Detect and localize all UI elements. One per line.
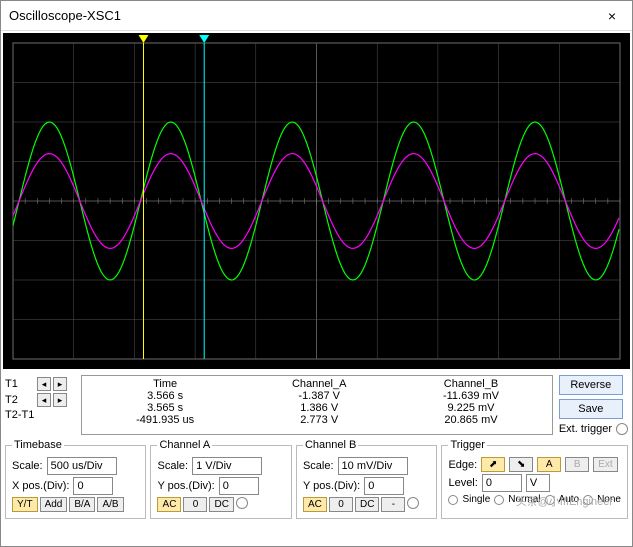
tb-xpos-input[interactable]	[73, 477, 113, 495]
trig-legend: Trigger	[448, 439, 486, 451]
ext-trigger-label: Ext. trigger	[559, 423, 612, 435]
close-icon[interactable]: ×	[600, 8, 624, 24]
chb-ac-button[interactable]: AC	[303, 497, 327, 512]
control-row: Timebase Scale: X pos.(Div): Y/T Add B/A…	[1, 439, 632, 523]
oscilloscope-window: Oscilloscope-XSC1 × T1 ◂ ▸ T2 ◂ ▸ T2-T1	[0, 0, 633, 547]
window-title: Oscilloscope-XSC1	[9, 8, 600, 23]
hdr-time: Time	[86, 378, 244, 390]
cha-dc-button[interactable]: DC	[209, 497, 233, 512]
trig-level-unit[interactable]	[526, 474, 550, 492]
chb-ypos-label: Y pos.(Div):	[303, 480, 360, 492]
t2-time: 3.565 s	[86, 402, 244, 414]
cha-ypos-input[interactable]	[219, 477, 259, 495]
cha-legend: Channel A	[157, 439, 212, 451]
diff-a: 2.773 V	[244, 414, 394, 426]
trig-src-a-button[interactable]: A	[537, 457, 561, 472]
t2-right-button[interactable]: ▸	[53, 393, 67, 407]
cursor-controls: T1 ◂ ▸ T2 ◂ ▸ T2-T1	[5, 375, 75, 435]
cha-scale-input[interactable]	[192, 457, 262, 475]
trig-none-radio[interactable]	[583, 495, 593, 505]
trig-normal-label: Normal	[508, 494, 540, 505]
trig-auto-radio[interactable]	[545, 495, 555, 505]
action-buttons: Reverse Save Ext. trigger	[559, 375, 628, 435]
chb-minus-button[interactable]: -	[381, 497, 405, 512]
chb-zero-button[interactable]: 0	[329, 497, 353, 512]
t2-left-button[interactable]: ◂	[37, 393, 51, 407]
trig-single-radio[interactable]	[448, 495, 458, 505]
t1-a: -1.387 V	[244, 390, 394, 402]
title-bar: Oscilloscope-XSC1 ×	[1, 1, 632, 31]
trig-src-ext-button[interactable]: Ext	[593, 457, 617, 472]
t2-label: T2	[5, 394, 35, 406]
trig-single-label: Single	[462, 494, 490, 505]
chb-dc-button[interactable]: DC	[355, 497, 379, 512]
t1-right-button[interactable]: ▸	[53, 377, 67, 391]
trigger-group: Trigger Edge: ⬈ ⬊ A B Ext Level: Single …	[441, 439, 628, 519]
hdr-chb: Channel_B	[394, 378, 548, 390]
mode-ab-button[interactable]: A/B	[97, 497, 123, 512]
ext-trigger-indicator	[616, 423, 628, 435]
edge-rise-button[interactable]: ⬈	[481, 457, 505, 472]
t1-b: -11.639 mV	[394, 390, 548, 402]
t1-label: T1	[5, 378, 35, 390]
t1-time: 3.566 s	[86, 390, 244, 402]
measurement-row: T1 ◂ ▸ T2 ◂ ▸ T2-T1 Time Channel_A Chann…	[1, 371, 632, 439]
cha-scale-label: Scale:	[157, 460, 188, 472]
hdr-cha: Channel_A	[244, 378, 394, 390]
mode-add-button[interactable]: Add	[40, 497, 68, 512]
save-button[interactable]: Save	[559, 399, 623, 419]
reverse-button[interactable]: Reverse	[559, 375, 623, 395]
t1-left-button[interactable]: ◂	[37, 377, 51, 391]
tb-xpos-label: X pos.(Div):	[12, 480, 69, 492]
cha-ypos-label: Y pos.(Div):	[157, 480, 214, 492]
timebase-group: Timebase Scale: X pos.(Div): Y/T Add B/A…	[5, 439, 146, 519]
mode-yt-button[interactable]: Y/T	[12, 497, 38, 512]
edge-fall-button[interactable]: ⬊	[509, 457, 533, 472]
trig-src-b-button[interactable]: B	[565, 457, 589, 472]
scope-display[interactable]	[3, 33, 630, 369]
trig-level-label: Level:	[448, 477, 477, 489]
chb-scale-label: Scale:	[303, 460, 334, 472]
timebase-legend: Timebase	[12, 439, 64, 451]
t2-b: 9.225 mV	[394, 402, 548, 414]
trig-normal-radio[interactable]	[494, 495, 504, 505]
t2t1-label: T2-T1	[5, 409, 34, 421]
tb-scale-label: Scale:	[12, 460, 43, 472]
chb-scale-input[interactable]	[338, 457, 408, 475]
cha-zero-button[interactable]: 0	[183, 497, 207, 512]
channel-b-group: Channel B Scale: Y pos.(Div): AC 0 DC -	[296, 439, 437, 519]
trig-level-input[interactable]	[482, 474, 522, 492]
chb-connector-icon	[407, 497, 419, 509]
mode-ba-button[interactable]: B/A	[69, 497, 95, 512]
trig-auto-label: Auto	[559, 494, 580, 505]
tb-scale-input[interactable]	[47, 457, 117, 475]
trig-none-label: None	[597, 494, 621, 505]
cha-ac-button[interactable]: AC	[157, 497, 181, 512]
trig-edge-label: Edge:	[448, 459, 477, 471]
measurement-table: Time Channel_A Channel_B 3.566 s -1.387 …	[81, 375, 553, 435]
cha-connector-icon	[236, 497, 248, 509]
t2-a: 1.386 V	[244, 402, 394, 414]
chb-legend: Channel B	[303, 439, 358, 451]
diff-b: 20.865 mV	[394, 414, 548, 426]
diff-time: -491.935 us	[86, 414, 244, 426]
chb-ypos-input[interactable]	[364, 477, 404, 495]
channel-a-group: Channel A Scale: Y pos.(Div): AC 0 DC	[150, 439, 291, 519]
